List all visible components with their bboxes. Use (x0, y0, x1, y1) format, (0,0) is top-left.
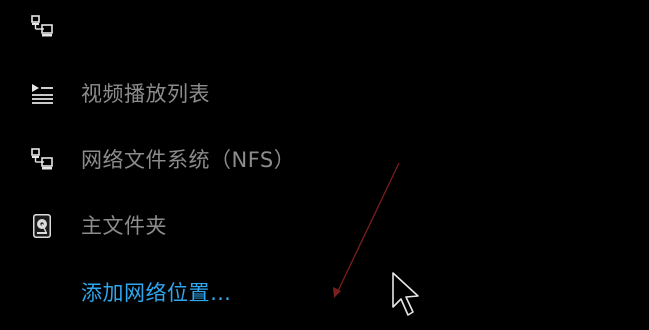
playlist-icon (32, 84, 53, 104)
places-item-network[interactable] (0, 1, 649, 53)
network-computer-icon (31, 148, 53, 170)
places-item-label: 视频播放列表 (81, 82, 210, 106)
places-list: 视频播放列表 网络文件系统（NFS） 主文件夹 添加网络位置… (0, 0, 649, 330)
places-item-home[interactable]: 主文件夹 (0, 200, 649, 252)
network-computer-icon (31, 15, 53, 37)
add-network-location-link[interactable]: 添加网络位置… (0, 267, 649, 319)
places-item-nfs[interactable]: 网络文件系统（NFS） (0, 134, 649, 186)
add-network-location-label: 添加网络位置… (81, 281, 232, 305)
hard-drive-icon (33, 214, 51, 238)
places-item-video-playlist[interactable]: 视频播放列表 (0, 68, 649, 120)
places-item-label: 网络文件系统（NFS） (81, 148, 296, 172)
places-item-label: 主文件夹 (81, 214, 167, 238)
